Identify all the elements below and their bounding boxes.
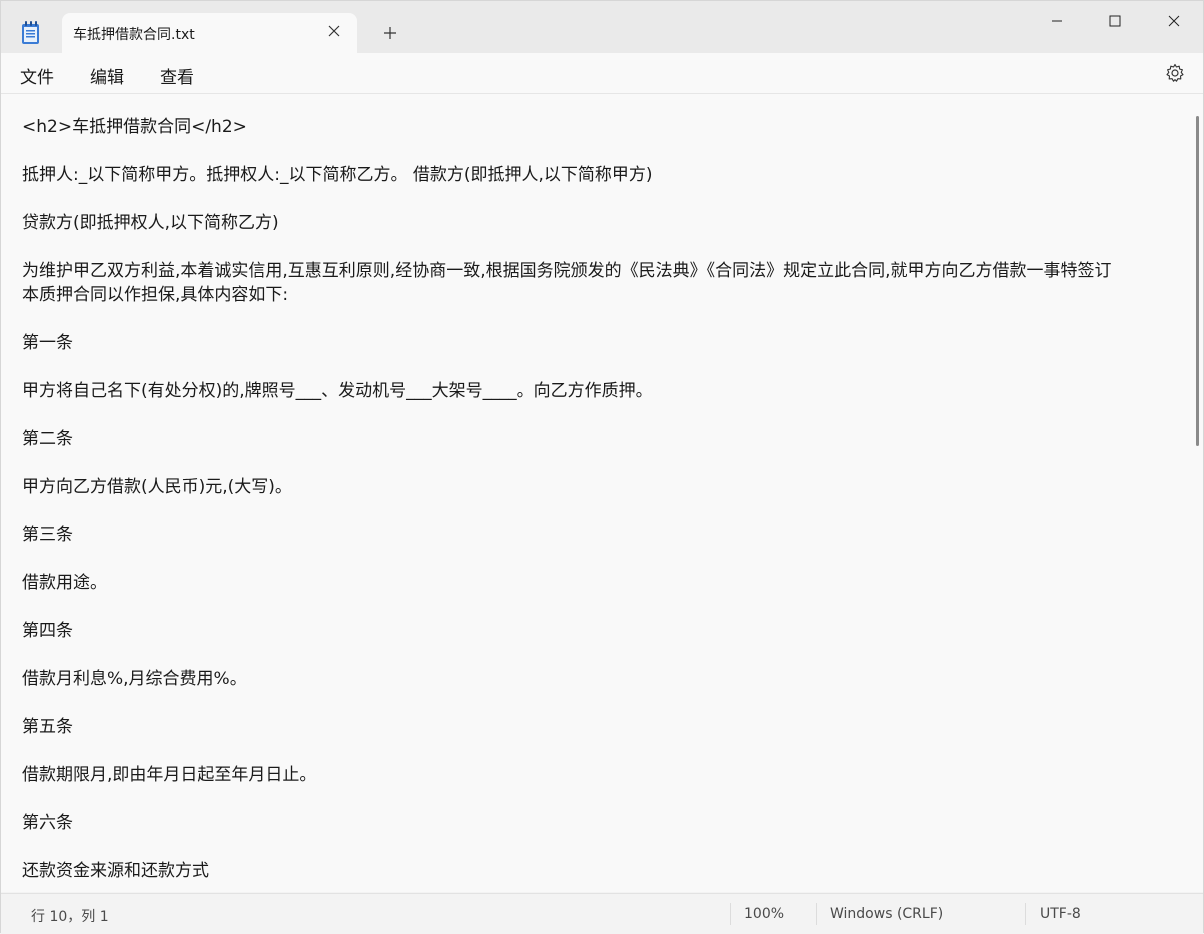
vertical-scrollbar[interactable]	[1196, 116, 1199, 446]
title-bar: 车抵押借款合同.txt	[1, 1, 1203, 54]
close-window-button[interactable]	[1151, 7, 1197, 35]
text-line: 第五条	[22, 717, 73, 737]
text-line: <h2>车抵押借款合同</h2>	[22, 117, 247, 137]
text-line: 抵押人:_以下简称甲方。抵押权人:_以下简称乙方。 借款方(即抵押人,以下简称甲…	[22, 165, 653, 185]
maximize-icon	[1109, 15, 1121, 27]
text-line: 借款用途。	[22, 573, 107, 593]
notepad-window: 车抵押借款合同.txt 文件 编辑 查看 <h2>车抵押借款合同</h2> 抵押…	[0, 0, 1204, 934]
text-editor[interactable]: <h2>车抵押借款合同</h2> 抵押人:_以下简称甲方。抵押权人:_以下简称乙…	[1, 94, 1203, 892]
gear-icon	[1166, 63, 1184, 82]
menu-view[interactable]: 查看	[160, 63, 194, 88]
text-line: 第三条	[22, 525, 73, 545]
text-line: 借款期限月,即由年月日起至年月日止。	[22, 765, 317, 785]
text-line: 甲方将自己名下(有处分权)的,牌照号___、发动机号___大架号____。向乙方…	[22, 381, 653, 401]
text-line: 贷款方(即抵押权人,以下简称乙方)	[22, 213, 279, 233]
cursor-position: 行 10，列 1	[31, 909, 109, 925]
plus-icon	[384, 27, 396, 39]
menu-file[interactable]: 文件	[20, 63, 54, 88]
text-line: 本质押合同以作担保,具体内容如下:	[22, 285, 289, 305]
text-line: 为维护甲乙双方利益,本着诚实信用,互惠互利原则,经协商一致,根据国务院颁发的《民…	[22, 261, 1112, 281]
line-ending[interactable]: Windows (CRLF)	[830, 906, 943, 922]
minimize-button[interactable]	[1034, 7, 1080, 35]
encoding[interactable]: UTF-8	[1040, 906, 1081, 922]
new-tab-button[interactable]	[379, 22, 401, 44]
document-tab[interactable]: 车抵押借款合同.txt	[62, 13, 357, 54]
status-divider	[1025, 903, 1026, 925]
menu-bar: 文件 编辑 查看	[1, 53, 1203, 94]
text-line: 还款资金来源和还款方式	[22, 861, 209, 881]
status-bar: 行 10，列 1 100% Windows (CRLF) UTF-8	[1, 893, 1203, 934]
tab-title: 车抵押借款合同.txt	[73, 27, 195, 43]
status-divider	[816, 903, 817, 925]
settings-button[interactable]	[1165, 63, 1185, 83]
text-line: 第六条	[22, 813, 73, 833]
close-tab-button[interactable]	[325, 22, 343, 40]
text-line: 甲方向乙方借款(人民币)元,(大写)。	[22, 477, 292, 497]
notepad-app-icon	[21, 21, 41, 45]
text-line: 借款月利息%,月综合费用%。	[22, 669, 247, 689]
zoom-level[interactable]: 100%	[744, 906, 784, 922]
close-icon	[328, 25, 340, 37]
text-line: 第一条	[22, 333, 73, 353]
menu-edit[interactable]: 编辑	[90, 63, 124, 88]
minimize-icon	[1052, 20, 1062, 22]
status-divider	[730, 903, 731, 925]
text-line: 第四条	[22, 621, 73, 641]
text-line: 第二条	[22, 429, 73, 449]
close-icon	[1168, 15, 1180, 27]
maximize-button[interactable]	[1092, 7, 1138, 35]
